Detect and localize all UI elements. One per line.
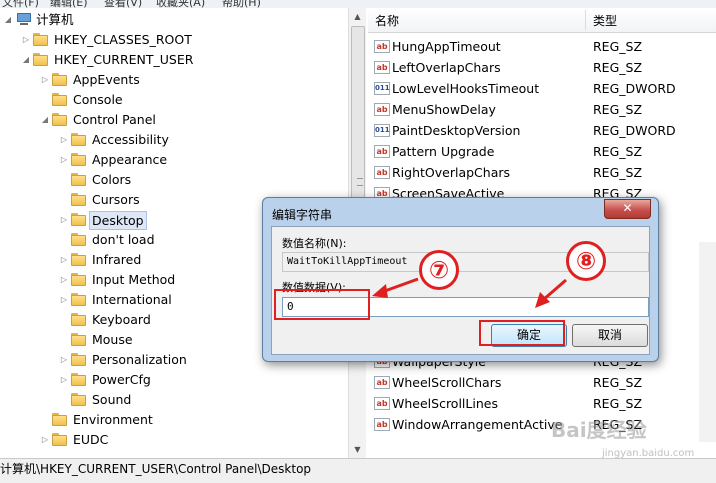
arrow-step7-head: [372, 284, 388, 298]
annotation-arrows: [372, 277, 567, 308]
baidu-watermark: Bai度经验: [551, 418, 647, 442]
arrow-step7: [381, 277, 419, 294]
step-8-badge: ⑧: [566, 241, 606, 281]
arrow-step8: [542, 278, 567, 302]
step-7-badge: ⑦: [419, 250, 459, 290]
baidu-watermark-url: jingyan.baidu.com: [602, 448, 695, 459]
